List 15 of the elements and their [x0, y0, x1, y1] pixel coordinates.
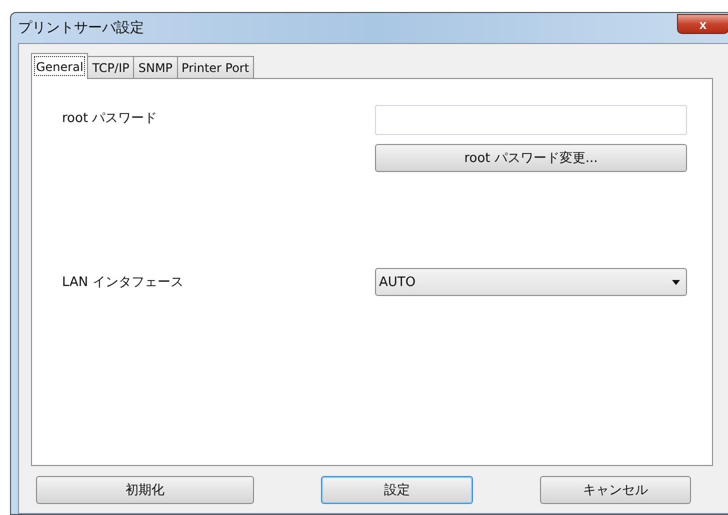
dropdown-arrow-icon — [672, 280, 680, 284]
close-button[interactable]: x — [677, 14, 728, 34]
dialog-button[interactable]: キャンセル — [540, 476, 691, 504]
tab[interactable]: TCP/IP — [87, 56, 134, 79]
field-label: LAN インタフェース — [62, 274, 184, 292]
dropdown[interactable]: AUTO — [375, 268, 687, 296]
change-password-button[interactable]: root パスワード変更... — [375, 144, 687, 172]
field-label: root パスワード — [62, 110, 158, 128]
dialog-button[interactable]: 設定 — [321, 476, 473, 504]
tab[interactable]: SNMP — [133, 56, 178, 79]
tab[interactable]: Printer Port — [176, 56, 254, 79]
dialog-button[interactable]: 初期化 — [36, 476, 254, 504]
window-title: プリントサーバ設定 — [18, 19, 144, 37]
tab[interactable]: General — [31, 53, 88, 79]
password-field[interactable] — [375, 105, 687, 135]
